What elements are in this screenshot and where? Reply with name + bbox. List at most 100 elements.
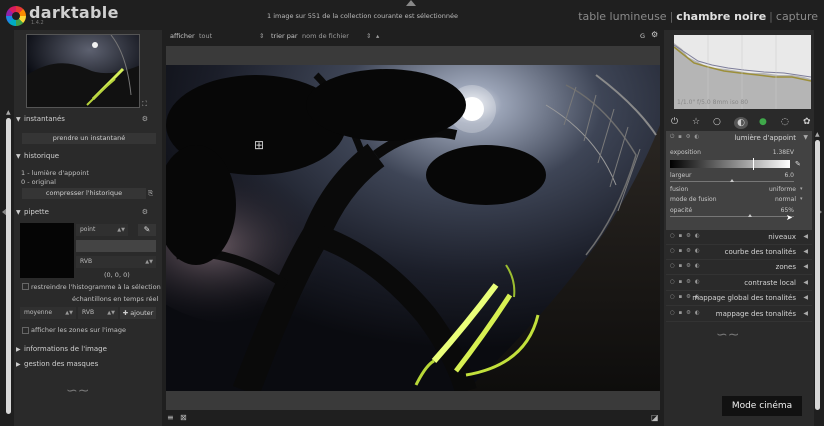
sort-direction-icon[interactable]: ▴	[376, 32, 379, 40]
favorites-star-icon[interactable]: ☆	[692, 117, 700, 127]
module-zones[interactable]: ○ ▪ ⚙ ◐ zones ◀	[666, 260, 812, 275]
module-controls-icon[interactable]: ⏻ ▪ ⚙ ◐	[670, 134, 700, 141]
module-tonemap[interactable]: ○ ▪ ⚙ ◐ mappage des tonalités ◀	[666, 307, 812, 322]
collapsed-triangle-icon: ▶	[16, 346, 21, 353]
module-name: courbe des tonalités	[724, 248, 796, 256]
width-slider-handle[interactable]	[730, 179, 734, 182]
color-group-icon[interactable]: ●	[759, 117, 767, 127]
section-history[interactable]: ▼ historique	[16, 152, 160, 165]
basic-group-icon[interactable]: ○	[713, 117, 721, 127]
histogram-exif-info: 1/1.0" f/5.0 8mm iso 80	[677, 99, 749, 106]
restrict-histogram-label: restreindre l'histogramme à la sélection	[31, 283, 161, 291]
expand-triangle-icon: ▼	[16, 153, 21, 160]
module-collapsed-icon: ◀	[803, 294, 808, 301]
styles-icon[interactable]: ⊠	[180, 413, 187, 422]
collection-info: 1 image sur 551 de la collection courant…	[267, 12, 458, 20]
filter-arrow-icon[interactable]: ⇕	[259, 32, 264, 40]
module-levels[interactable]: ○ ▪ ⚙ ◐ niveaux ◀	[666, 230, 812, 245]
width-value: 6.0	[784, 172, 794, 179]
module-name: lumière d'appoint	[734, 134, 796, 142]
effect-group-icon[interactable]: ✿	[803, 117, 811, 127]
picker-size-combo[interactable]	[76, 240, 156, 252]
grouping-button[interactable]: G	[640, 32, 645, 40]
menu-icon[interactable]: ≡	[167, 413, 174, 422]
expand-triangle-icon: ▼	[16, 116, 21, 123]
collapse-top-panel-icon[interactable]	[406, 0, 416, 6]
preferences-icon[interactable]: ⚙	[651, 30, 658, 39]
histogram[interactable]	[674, 35, 811, 109]
color-assessment-icon[interactable]: ◪	[651, 413, 659, 422]
history-item[interactable]: 1 - lumière d'appoint	[21, 169, 89, 177]
blend-mode-value[interactable]: normal	[752, 196, 796, 203]
exposure-slider[interactable]	[670, 160, 790, 168]
sort-combo[interactable]: nom de fichier	[302, 32, 349, 40]
zoom-options-icon[interactable]: ⛶	[142, 100, 147, 109]
edited-photo	[166, 65, 660, 391]
exposure-slider-marker[interactable]	[752, 158, 754, 170]
show-zones-checkbox[interactable]	[22, 327, 29, 334]
sample-colorspace-combo[interactable]: RVB ▲▼	[78, 307, 118, 319]
scroll-up-icon[interactable]: ▲	[6, 109, 11, 116]
module-header-fill-light[interactable]: ⏻ ▪ ⚙ ◐ lumière d'appoint ▼	[666, 131, 812, 146]
combo-arrow-icon: ▲▼	[65, 310, 73, 316]
blend-arrow-icon[interactable]: ▾	[800, 186, 803, 192]
combo-value: RVB	[80, 258, 93, 265]
module-global-tonemap[interactable]: ○ ▪ ⚙ ◐ mappage global des tonalités ◀	[666, 291, 812, 306]
correction-group-icon[interactable]: ◌	[781, 117, 789, 127]
opacity-slider[interactable]	[670, 216, 794, 217]
expand-triangle-icon: ▼	[16, 209, 21, 216]
view-darkroom[interactable]: chambre noire	[676, 10, 766, 23]
combo-value: RVB	[82, 309, 95, 316]
blend-value[interactable]: uniforme	[752, 186, 796, 193]
section-image-info[interactable]: ▶ informations de l'image	[16, 345, 160, 358]
right-scrollbar[interactable]	[815, 140, 820, 410]
left-scrollbar[interactable]	[6, 118, 11, 414]
module-name: zones	[775, 263, 796, 271]
compress-history-button[interactable]: compresser l'historique	[22, 188, 146, 199]
module-controls-icon[interactable]: ○ ▪ ⚙ ◐	[670, 310, 701, 316]
take-snapshot-button[interactable]: prendre un instantané	[22, 133, 156, 144]
section-mask-manager[interactable]: ▶ gestion des masques	[16, 360, 160, 373]
power-icon[interactable]: ⏻	[671, 117, 678, 127]
center-bottom-toolbar	[162, 410, 664, 426]
module-collapsed-icon: ◀	[803, 233, 808, 240]
opacity-slider-handle[interactable]	[748, 214, 752, 217]
section-snapshots[interactable]: ▼ instantanés ⚙	[16, 115, 160, 128]
sort-arrow-icon[interactable]: ⇕	[366, 32, 371, 40]
tone-group-icon[interactable]: ◐	[734, 117, 748, 129]
preset-icon[interactable]: ⚙	[142, 208, 148, 216]
history-item[interactable]: 0 - original	[21, 178, 56, 186]
module-controls-icon[interactable]: ○ ▪ ⚙ ◐	[670, 248, 701, 254]
module-controls-icon[interactable]: ○ ▪ ⚙ ◐	[670, 233, 701, 239]
exposure-picker-icon[interactable]: ✎	[795, 160, 801, 168]
sort-label: trier par	[271, 32, 298, 40]
darkroom-image-canvas[interactable]	[166, 65, 660, 391]
sample-stat-combo[interactable]: moyenne ▲▼	[20, 307, 76, 319]
navigation-thumbnail[interactable]	[26, 34, 140, 108]
filter-combo[interactable]: tout	[199, 32, 212, 40]
scroll-up-icon[interactable]: ▲	[815, 131, 820, 138]
view-separator: |	[669, 10, 674, 23]
picker-mode-combo[interactable]: point ▲▼	[76, 224, 128, 236]
restrict-histogram-checkbox[interactable]	[22, 283, 29, 290]
app-version: 1.4.2	[31, 20, 44, 26]
module-controls-icon[interactable]: ○ ▪ ⚙ ◐	[670, 279, 701, 285]
guides-grid-icon[interactable]: ⊞	[254, 138, 264, 152]
history-lock-icon[interactable]: ⎘	[148, 189, 153, 198]
module-tone-curve[interactable]: ○ ▪ ⚙ ◐ courbe des tonalités ◀	[666, 245, 812, 260]
add-sample-button[interactable]: ✚ ajouter	[120, 307, 156, 319]
color-picker-icon[interactable]: ✎	[138, 224, 156, 236]
filter-label: afficher	[170, 32, 195, 40]
blend-mode-arrow-icon[interactable]: ▾	[800, 196, 803, 202]
preset-icon[interactable]: ⚙	[142, 115, 148, 123]
picker-colorspace-combo[interactable]: RVB ▲▼	[76, 256, 156, 268]
module-controls-icon[interactable]: ○ ▪ ⚙ ◐	[670, 263, 701, 269]
module-collapsed-icon: ◀	[803, 248, 808, 255]
combo-value: moyenne	[24, 309, 53, 316]
view-lighttable[interactable]: table lumineuse	[578, 10, 666, 23]
image-border-bottom	[166, 391, 660, 410]
module-local-contrast[interactable]: ○ ▪ ⚙ ◐ contraste local ◀	[666, 276, 812, 291]
center-top-toolbar	[162, 30, 664, 44]
view-tethering[interactable]: capture	[776, 10, 818, 23]
section-color-picker[interactable]: ▼ pipette ⚙	[16, 208, 160, 221]
